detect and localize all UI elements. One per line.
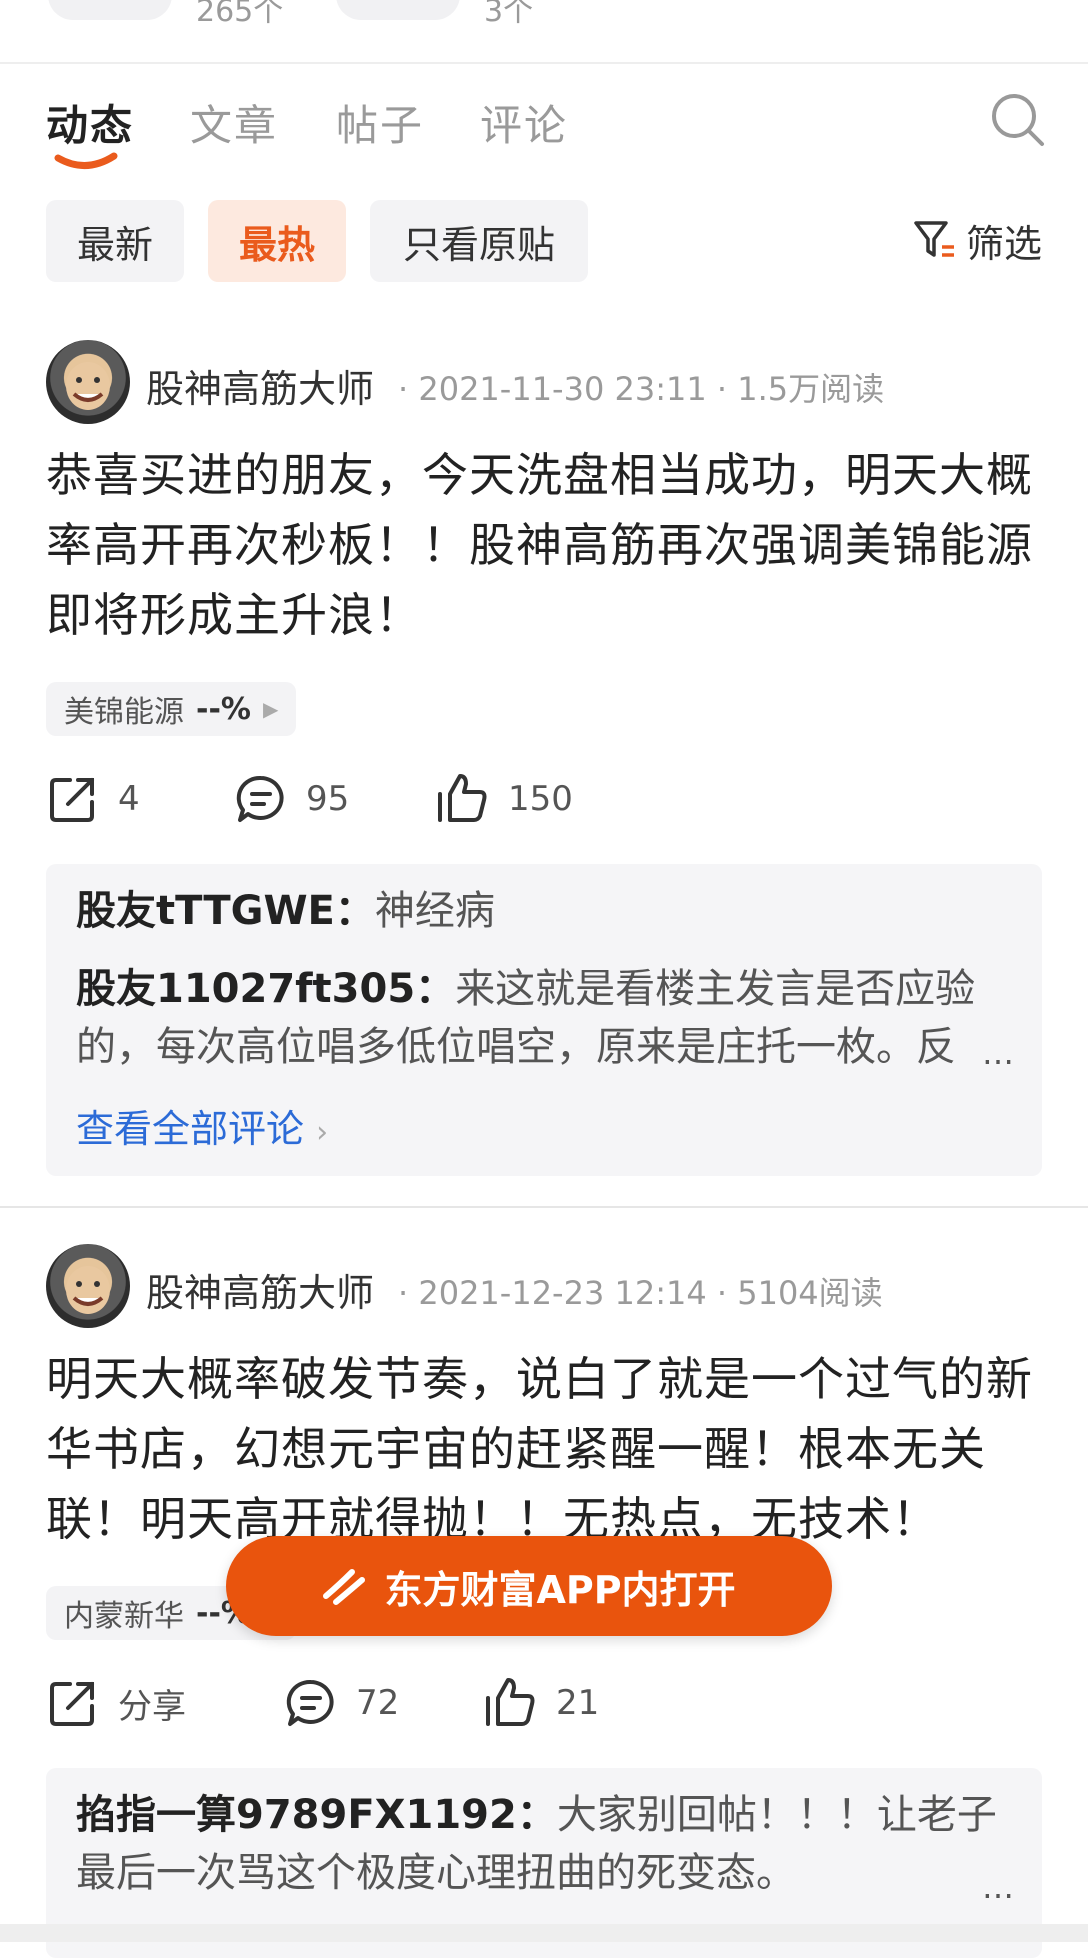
tab-dynamic[interactable]: 动态 xyxy=(46,92,135,169)
like-button[interactable]: 21 xyxy=(482,1676,599,1730)
comment-user[interactable]: 股友11027ft305： xyxy=(76,966,455,1012)
ellipsis: … xyxy=(982,1034,1014,1072)
open-in-app-button[interactable]: 东方财富APP内打开 xyxy=(226,1536,832,1636)
post-actions: 分享 72 21 xyxy=(46,1676,1046,1736)
comment-button[interactable]: 72 xyxy=(284,1676,399,1730)
post-meta: · 2021-12-23 12:14 · 5104阅读 xyxy=(398,1274,883,1312)
comment-count: 72 xyxy=(356,1683,400,1723)
share-button[interactable]: 分享 xyxy=(46,1676,186,1730)
share-count: 4 xyxy=(118,779,140,819)
post-divider xyxy=(0,1206,1088,1208)
comment-preview-item: 股友11027ft305：来这就是看楼主发言是否应验的，每次高位唱多低位唱空，原… xyxy=(76,960,1016,1076)
like-button[interactable]: 150 xyxy=(434,772,573,826)
stat-pill-left[interactable] xyxy=(48,0,172,20)
funnel-icon xyxy=(914,221,954,257)
tab-posts[interactable]: 帖子 xyxy=(336,92,424,153)
search-icon[interactable] xyxy=(988,90,1048,150)
post-body[interactable]: 恭喜买进的朋友，今天洗盘相当成功，明天大概率高开再次秒板！！股神高筋再次强调美锦… xyxy=(46,440,1046,650)
avatar-face-icon xyxy=(66,1266,110,1314)
comment-text: 神经病 xyxy=(374,888,495,934)
stock-change: --% xyxy=(196,691,251,727)
view-all-label: 查看全部评论 xyxy=(76,1107,305,1151)
comment-count: 95 xyxy=(306,779,350,819)
share-icon xyxy=(50,778,94,822)
view-all-comments-link[interactable]: 查看全部评论 › xyxy=(76,1098,328,1153)
post-actions: 4 95 150 xyxy=(46,772,1046,832)
chevron-right-icon: › xyxy=(316,1115,329,1150)
open-in-app-label: 东方财富APP内打开 xyxy=(384,1567,736,1612)
bottom-edge xyxy=(0,1924,1088,1942)
post-body[interactable]: 明天大概率破发节奏，说白了就是一个过气的新华书店，幻想元宇宙的赶紧醒一醒！根本无… xyxy=(46,1344,1046,1554)
comment-user[interactable]: 股友tTTGWE： xyxy=(76,888,375,934)
post-meta: · 2021-11-30 23:11 · 1.5万阅读 xyxy=(398,370,885,408)
stat-pill-right[interactable] xyxy=(336,0,460,20)
filter-hot[interactable]: 最热 xyxy=(208,200,346,282)
content-tabs: 动态 文章 帖子 评论 xyxy=(0,62,1088,182)
share-icon xyxy=(50,1682,94,1726)
eastmoney-logo-icon xyxy=(323,1569,366,1605)
filter-latest[interactable]: 最新 xyxy=(46,200,184,282)
comment-icon xyxy=(236,775,284,822)
filter-bar: 最新 最热 只看原贴 筛选 xyxy=(0,200,1088,286)
comment-preview-box[interactable]: 股友tTTGWE：神经病 股友11027ft305：来这就是看楼主发言是否应验的… xyxy=(46,864,1042,1176)
post-author[interactable]: 股神高筋大师 xyxy=(146,1262,374,1317)
avatar[interactable] xyxy=(46,340,130,424)
tab-active-indicator xyxy=(54,152,118,169)
filter-button-label: 筛选 xyxy=(965,221,1042,266)
post-author[interactable]: 股神高筋大师 xyxy=(146,358,374,413)
avatar[interactable] xyxy=(46,1244,130,1328)
thumbs-up-icon xyxy=(486,1678,535,1726)
comment-preview-item: 股友tTTGWE：神经病 xyxy=(76,882,1016,940)
like-count: 150 xyxy=(508,779,573,819)
like-count: 21 xyxy=(556,1683,600,1723)
stock-tag[interactable]: 美锦能源 --% ▶ xyxy=(46,682,297,736)
stock-name: 美锦能源 xyxy=(64,695,184,730)
stat-count-left: 265个 xyxy=(196,0,284,29)
tab-articles[interactable]: 文章 xyxy=(190,92,278,153)
comment-preview-item: 掐指一算9789FX1192：大家别回帖！！！让老子最后一次骂这个极度心理扭曲的… xyxy=(76,1786,1016,1902)
ellipsis: … xyxy=(982,1868,1014,1906)
stat-count-right: 3个 xyxy=(484,0,534,29)
comment-icon xyxy=(286,1679,334,1726)
filter-button[interactable]: 筛选 xyxy=(912,210,1042,270)
top-section-remnant: 265个 3个 xyxy=(0,0,1088,64)
comment-button[interactable]: 95 xyxy=(234,772,349,826)
thumbs-up-icon xyxy=(438,774,487,822)
comment-user[interactable]: 掐指一算9789FX1192： xyxy=(76,1792,557,1838)
caret-right-icon: ▶ xyxy=(262,697,279,721)
filter-original-only[interactable]: 只看原贴 xyxy=(370,200,588,282)
share-button[interactable]: 4 xyxy=(46,772,140,826)
tab-comments[interactable]: 评论 xyxy=(480,92,568,153)
share-label: 分享 xyxy=(118,1686,186,1727)
stock-name: 内蒙新华 xyxy=(64,1599,184,1634)
tab-dynamic-label: 动态 xyxy=(46,101,135,150)
avatar-face-icon xyxy=(66,362,110,410)
